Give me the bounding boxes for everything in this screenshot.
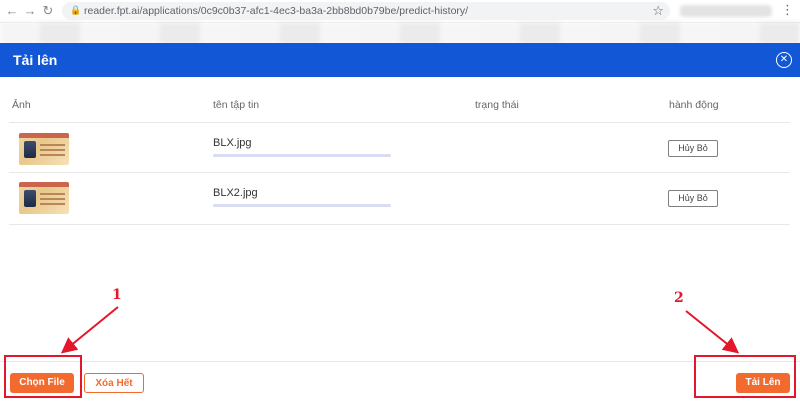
annotation-arrows <box>60 306 740 354</box>
annotation-arrow-1 <box>60 306 119 354</box>
annotation-arrow-2 <box>685 310 740 354</box>
